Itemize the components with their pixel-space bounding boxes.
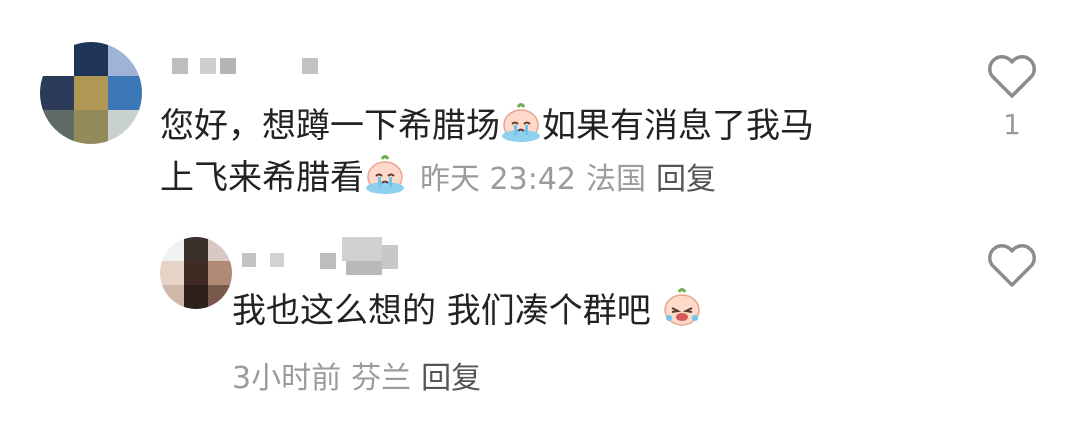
heart-outline-icon [986,54,1038,100]
username-redacted[interactable] [242,237,412,277]
comment-timestamp: 3小时前 [232,361,342,396]
avatar[interactable] [40,42,142,144]
crying-face-icon [661,288,703,328]
comment-2: 我也这么想的 我们凑个群吧 3小时前 芬兰 回复 [0,215,1080,424]
comment-location: 芬兰 [351,361,412,396]
like-button[interactable] [984,243,1040,289]
comment-text-part: 您好，想蹲一下希腊场 [160,106,500,146]
like-button[interactable]: 1 [984,54,1040,141]
comment-text: 我也这么想的 我们凑个群吧 [232,283,703,339]
crying-face-icon [364,155,406,195]
comment-text-part: 上飞来希腊看 [160,158,364,198]
username-redacted[interactable] [172,58,332,76]
heart-outline-icon [986,243,1038,289]
comment-1: 您好，想蹲一下希腊场 如果有消息了我马 上飞来希腊看 昨天 23:42 法国 回… [0,0,1080,215]
comment-meta: 3小时前 芬兰 回复 [232,353,481,397]
crying-face-icon [500,103,542,143]
comment-text-line-2: 上飞来希腊看 昨天 23:42 法国 回复 [160,150,716,208]
comment-text: 您好，想蹲一下希腊场 如果有消息了我马 [160,98,814,154]
comment-text-part: 如果有消息了我马 [542,106,814,146]
avatar[interactable] [160,237,232,309]
like-count: 1 [1003,108,1021,141]
comment-timestamp: 昨天 23:42 [420,162,576,197]
reply-button[interactable]: 回复 [421,361,481,396]
comment-text-part: 我也这么想的 我们凑个群吧 [232,291,651,331]
reply-button[interactable]: 回复 [656,162,716,197]
comment-location: 法国 [586,162,646,197]
